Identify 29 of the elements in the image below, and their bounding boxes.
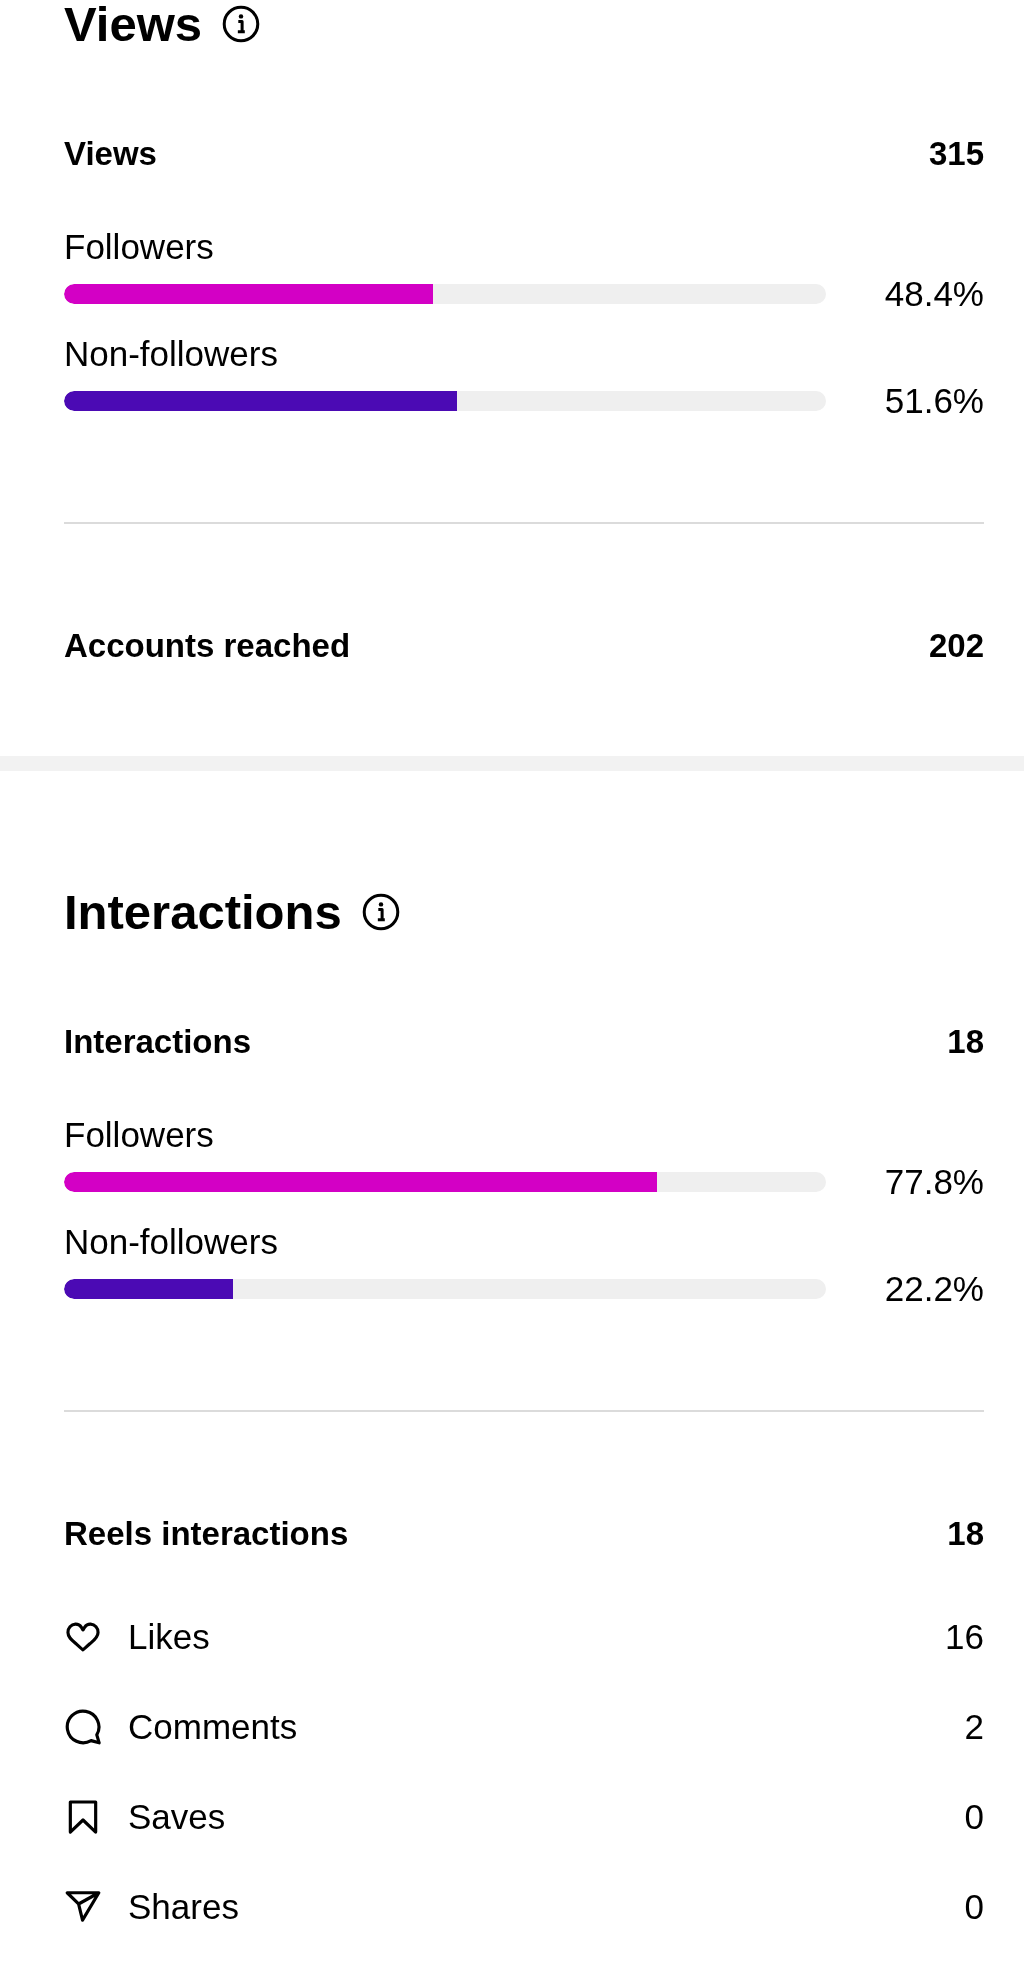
info-icon[interactable] <box>222 5 261 43</box>
audience-label: Followers <box>64 227 214 267</box>
metric-value: 0 <box>964 1797 984 1837</box>
metric-value: 0 <box>964 1887 984 1927</box>
metric-value: 202 <box>928 626 984 666</box>
percentage-text: 77.8% <box>883 1162 984 1202</box>
info-icon[interactable] <box>361 893 400 931</box>
speech-bubble-icon <box>64 1708 102 1746</box>
metric-value: 18 <box>947 1022 984 1062</box>
metric-label: Likes <box>128 1617 210 1657</box>
section-title: Views <box>64 0 203 48</box>
audience-label: Non-followers <box>64 1222 278 1262</box>
metric-label: Interactions <box>64 1022 252 1062</box>
audience-label: Followers <box>64 1115 214 1155</box>
percentage-text: 51.6% <box>883 381 984 421</box>
metric-label: Comments <box>128 1707 298 1747</box>
metric-value: 18 <box>947 1514 984 1554</box>
metric-value: 315 <box>928 134 984 174</box>
metric-label: Accounts reached <box>64 626 351 666</box>
percentage-text: 48.4% <box>883 274 984 314</box>
metric-label: Reels interactions <box>64 1514 349 1554</box>
metric-value: 2 <box>964 1707 984 1747</box>
audience-label: Non-followers <box>64 334 278 374</box>
metric-label: Shares <box>128 1887 239 1927</box>
percentage-text: 22.2% <box>883 1269 984 1309</box>
section-title: Interactions <box>64 888 342 936</box>
metric-label: Saves <box>128 1797 226 1837</box>
metric-label: Views <box>64 134 157 174</box>
metric-value: 16 <box>945 1617 984 1657</box>
